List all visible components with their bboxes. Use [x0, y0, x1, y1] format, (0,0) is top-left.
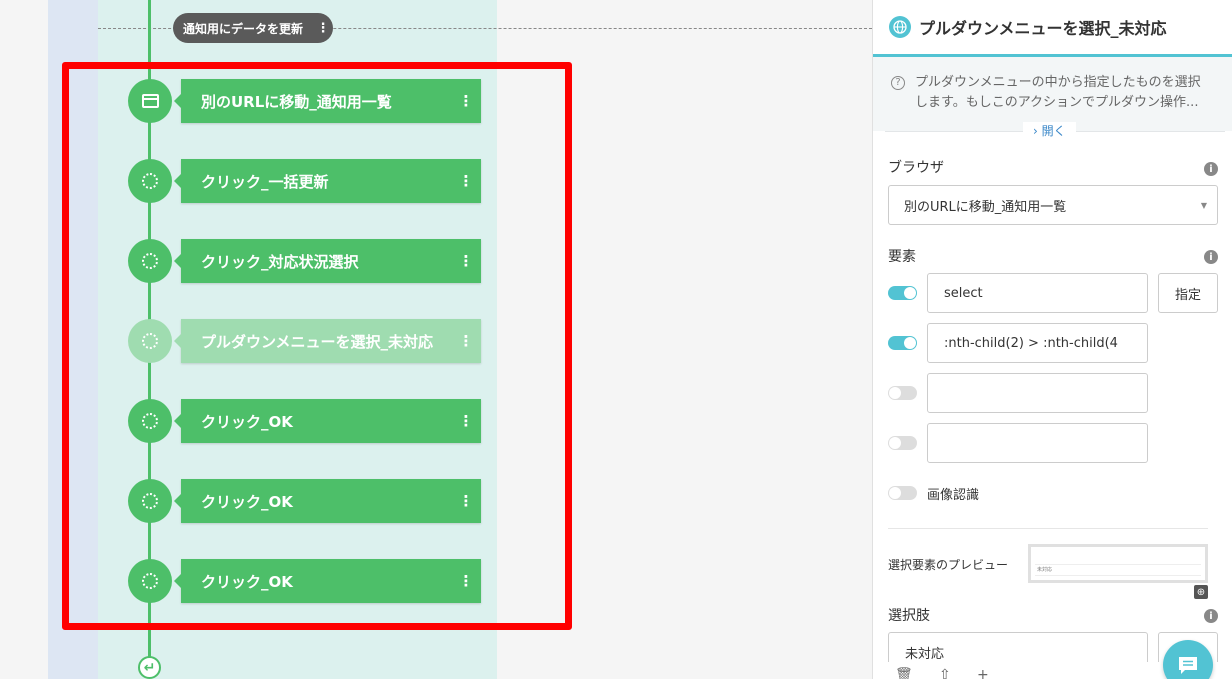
dropdown-caret-icon: ▼: [1200, 201, 1207, 210]
expand-label: 開く: [1041, 124, 1066, 138]
dotted-circle-icon: [142, 333, 158, 349]
step-circle[interactable]: [128, 159, 172, 203]
step-title: 別のURLに移動_通知用一覧: [201, 92, 392, 111]
step-node[interactable]: クリック_OK ⋮: [128, 399, 481, 443]
preview-content: 未対応: [1035, 564, 1201, 576]
step-card[interactable]: クリック_OK ⋮: [174, 399, 481, 443]
step-card[interactable]: クリック_対応状況選択 ⋮: [174, 239, 481, 283]
step-card[interactable]: 別のURLに移動_通知用一覧 ⋮: [174, 79, 481, 123]
arrow-up-icon[interactable]: ⇧: [939, 667, 951, 679]
step-node[interactable]: クリック_対応状況選択 ⋮: [128, 239, 481, 283]
step-title: クリック_対応状況選択: [201, 252, 359, 271]
step-node[interactable]: クリック_OK ⋮: [128, 479, 481, 523]
kebab-icon[interactable]: ⋮: [451, 92, 481, 110]
info-icon[interactable]: i: [1204, 162, 1218, 176]
browser-icon: [141, 94, 159, 108]
kebab-icon[interactable]: ⋮: [451, 492, 481, 510]
dotted-circle-icon: [142, 493, 158, 509]
plus-icon[interactable]: +: [977, 667, 989, 679]
kebab-icon[interactable]: ⋮: [451, 412, 481, 430]
step-title: クリック_OK: [201, 492, 293, 511]
selector-toggle-4[interactable]: [888, 436, 917, 450]
dotted-circle-icon: [142, 573, 158, 589]
browser-label: ブラウザ: [888, 160, 944, 176]
step-circle[interactable]: [128, 319, 172, 363]
kebab-icon[interactable]: ⋮: [451, 172, 481, 190]
specify-button[interactable]: 指定: [1158, 273, 1218, 313]
selector-input-4[interactable]: [927, 423, 1148, 463]
info-icon[interactable]: i: [1204, 609, 1218, 623]
step-node[interactable]: クリック_一括更新 ⋮: [128, 159, 481, 203]
divider: [888, 528, 1208, 529]
properties-panel: プルダウンメニューを選択_未対応 ? プルダウンメニューの中から指定したものを選…: [872, 0, 1232, 679]
panel-header: プルダウンメニューを選択_未対応: [873, 0, 1232, 57]
panel-title: プルダウンメニューを選択_未対応: [919, 19, 1167, 38]
info-icon[interactable]: i: [1204, 250, 1218, 264]
kebab-icon[interactable]: ⋮: [451, 332, 481, 350]
step-card[interactable]: クリック_OK ⋮: [174, 479, 481, 523]
dotted-circle-icon: [142, 173, 158, 189]
step-title: クリック_OK: [201, 572, 293, 591]
description-area: ? プルダウンメニューの中から指定したものを選択します。もしこのアクションでプル…: [873, 57, 1232, 131]
lane-left: [48, 0, 98, 679]
globe-icon: [889, 16, 911, 38]
chevron-right-icon: ›: [1033, 124, 1038, 138]
step-circle[interactable]: [128, 79, 172, 123]
choice-label: 選択肢: [888, 608, 930, 624]
kebab-icon[interactable]: ⋮: [313, 21, 333, 36]
zoom-icon[interactable]: ⊕: [1194, 585, 1208, 599]
selector-input-2[interactable]: :nth-child(2) > :nth-child(4: [927, 323, 1148, 363]
expand-link[interactable]: › 開く: [1023, 122, 1076, 139]
kebab-icon[interactable]: ⋮: [451, 572, 481, 590]
browser-select[interactable]: 別のURLに移動_通知用一覧 ▼: [888, 185, 1218, 225]
image-recognition-toggle[interactable]: [888, 486, 917, 500]
step-circle[interactable]: [128, 399, 172, 443]
kebab-icon[interactable]: ⋮: [451, 252, 481, 270]
selector-toggle-1[interactable]: [888, 286, 917, 300]
element-preview: 未対応: [1028, 544, 1208, 583]
action-description: プルダウンメニューの中から指定したものを選択します。もしこのアクションでプルダウ…: [915, 75, 1201, 110]
step-card[interactable]: プルダウンメニューを選択_未対応 ⋮: [174, 319, 481, 363]
preview-label: 選択要素のプレビュー: [888, 558, 1009, 572]
element-label: 要素: [888, 249, 916, 265]
dotted-circle-icon: [142, 413, 158, 429]
trash-icon[interactable]: 🗑: [895, 667, 913, 679]
return-icon[interactable]: ↵: [138, 656, 161, 679]
step-title: クリック_OK: [201, 412, 293, 431]
step-title: プルダウンメニューを選択_未対応: [201, 332, 434, 351]
step-node[interactable]: 別のURLに移動_通知用一覧 ⋮: [128, 79, 481, 123]
step-card[interactable]: クリック_一括更新 ⋮: [174, 159, 481, 203]
help-icon: ?: [891, 76, 905, 90]
step-circle[interactable]: [128, 239, 172, 283]
step-title: クリック_一括更新: [201, 172, 329, 191]
dotted-circle-icon: [142, 253, 158, 269]
group-header[interactable]: 通知用にデータを更新 ⋮: [173, 13, 333, 43]
step-card[interactable]: クリック_OK ⋮: [174, 559, 481, 603]
step-circle[interactable]: [128, 479, 172, 523]
selector-input-1[interactable]: select: [927, 273, 1148, 313]
selector-input-3[interactable]: [927, 373, 1148, 413]
step-node[interactable]: クリック_OK ⋮: [128, 559, 481, 603]
workflow-canvas[interactable]: 通知用にデータを更新 ⋮ 別のURLに移動_通知用一覧 ⋮ クリック_一括更新 …: [0, 0, 872, 679]
group-label: 通知用にデータを更新: [183, 21, 304, 36]
selector-toggle-3[interactable]: [888, 386, 917, 400]
selector-toggle-2[interactable]: [888, 336, 917, 350]
step-node-selected[interactable]: プルダウンメニューを選択_未対応 ⋮: [128, 319, 481, 363]
chat-icon: [1179, 657, 1197, 674]
step-circle[interactable]: [128, 559, 172, 603]
image-recognition-label: 画像認識: [927, 488, 980, 503]
browser-select-value: 別のURLに移動_通知用一覧: [904, 199, 1067, 215]
